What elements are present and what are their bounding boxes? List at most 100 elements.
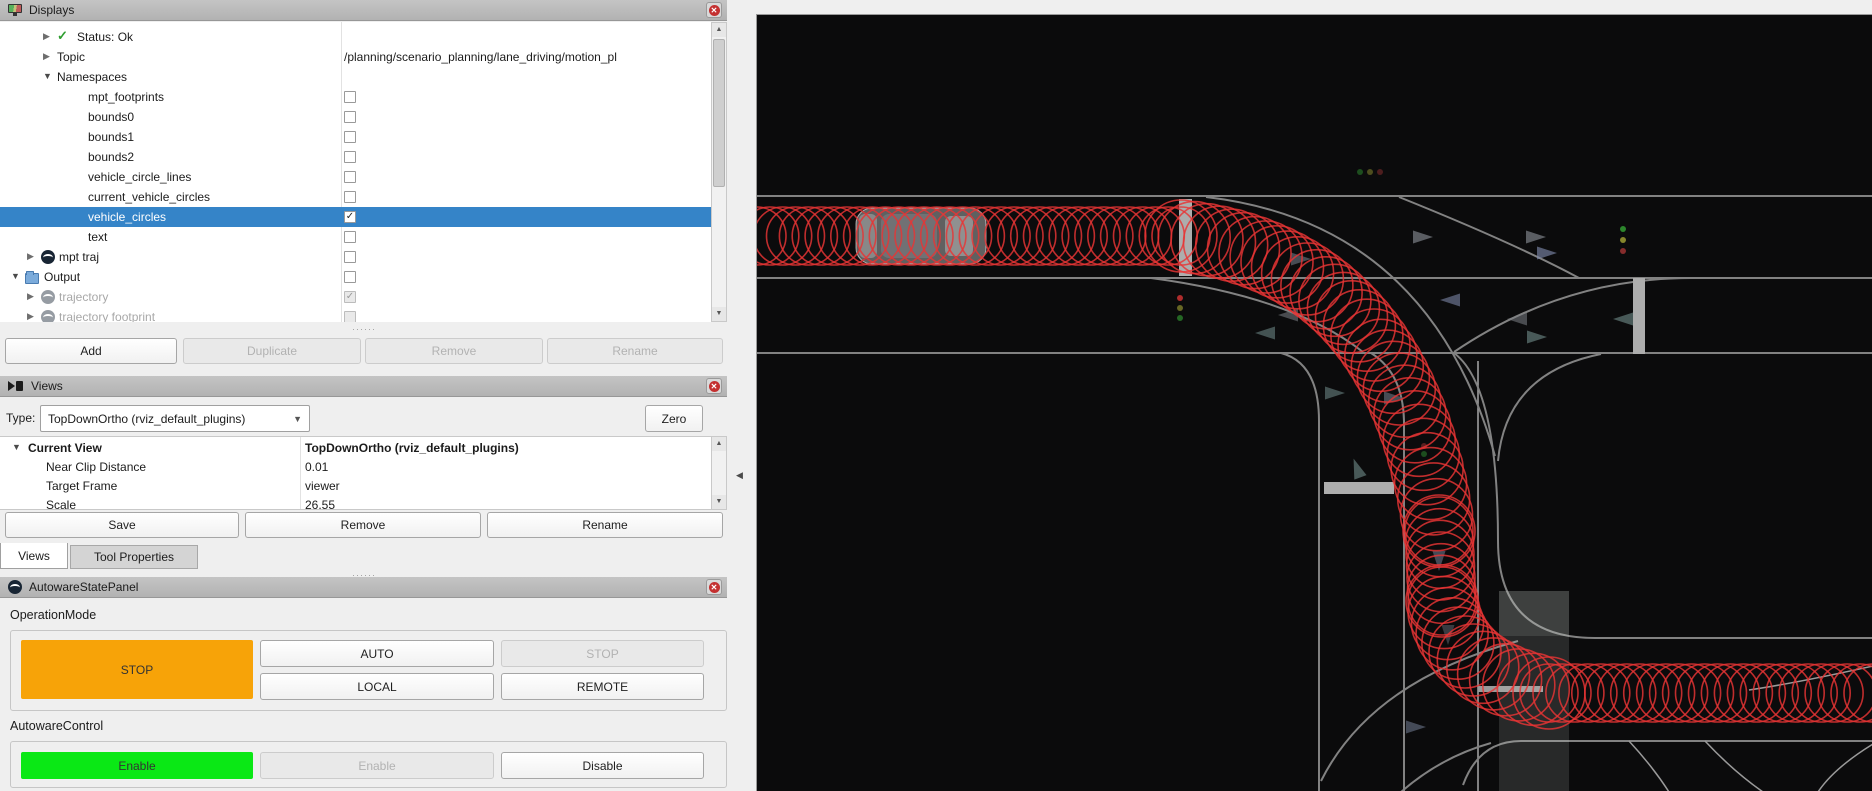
- remote-button[interactable]: REMOTE: [501, 673, 704, 700]
- views-scrollbar[interactable]: ▲ ▼: [711, 436, 727, 510]
- collapsed-arrow-icon[interactable]: ▶: [27, 311, 34, 322]
- view-property-row-current-view[interactable]: ▼Current ViewTopDownOrtho (rviz_default_…: [0, 438, 711, 457]
- tree-row-trajectory-footprint[interactable]: ▶trajectory footprint: [0, 307, 711, 322]
- tree-row-mpt-footprints[interactable]: mpt_footprints: [0, 87, 711, 107]
- trajectory-footprint-circle: [1374, 378, 1446, 450]
- displays-scrollbar[interactable]: ▲ ▼: [711, 22, 727, 322]
- tree-row-vehicle-circle-lines[interactable]: vehicle_circle_lines: [0, 167, 711, 187]
- property-label: Scale: [46, 498, 76, 511]
- views-panel-titlebar[interactable]: Views ✕: [0, 376, 727, 397]
- tree-row-trajectory[interactable]: ▶trajectory✓: [0, 287, 711, 307]
- tree-row-mpt-traj[interactable]: ▶mpt traj: [0, 247, 711, 267]
- displays-panel-titlebar[interactable]: Displays ✕: [0, 0, 727, 21]
- collapsed-arrow-icon[interactable]: ▶: [43, 51, 50, 62]
- tree-row-status-ok[interactable]: ▶✓Status: Ok: [0, 27, 711, 47]
- displays-close-button[interactable]: ✕: [706, 2, 722, 18]
- remove-view-button[interactable]: Remove: [245, 512, 481, 538]
- lane-direction-arrow: [1406, 721, 1426, 734]
- scroll-down-icon[interactable]: ▼: [712, 495, 726, 509]
- trajectory-footprint-circle: [1805, 664, 1863, 722]
- views-property-table[interactable]: ▼Current ViewTopDownOrtho (rviz_default_…: [0, 436, 711, 510]
- tree-row-namespaces[interactable]: ▼Namespaces: [0, 67, 711, 87]
- tree-row-label: current_vehicle_circles: [88, 190, 210, 204]
- panel-viewport-splitter[interactable]: ◀: [727, 0, 756, 791]
- tree-row-output[interactable]: ▼Output: [0, 267, 711, 287]
- view-type-dropdown[interactable]: TopDownOrtho (rviz_default_plugins) ▼: [40, 405, 310, 432]
- view-property-row-near-clip-distance[interactable]: Near Clip Distance0.01: [0, 457, 711, 476]
- disable-button[interactable]: Disable: [501, 752, 704, 779]
- scroll-down-icon[interactable]: ▼: [712, 307, 726, 321]
- tree-row-bounds0[interactable]: bounds0: [0, 107, 711, 127]
- collapsed-arrow-icon[interactable]: ▶: [27, 291, 34, 302]
- traffic-light-dot: [1177, 315, 1183, 321]
- stop-line: [1324, 482, 1394, 494]
- displays-scrollbar-thumb[interactable]: [713, 39, 725, 187]
- trajectory-footprint-circle: [1024, 207, 1082, 265]
- displays-tree[interactable]: ▶✓Status: Ok▶Topic/planning/scenario_pla…: [0, 22, 711, 322]
- view-property-row-scale[interactable]: Scale 26.55: [0, 495, 711, 510]
- stop-button-disabled: STOP: [501, 640, 704, 667]
- tree-row-text[interactable]: text: [0, 227, 711, 247]
- operation-mode-current-stop-button[interactable]: STOP: [21, 640, 253, 699]
- trajectory-footprint-circle: [1740, 664, 1798, 722]
- road-lane-line: [1629, 741, 1669, 791]
- checkbox-unchecked[interactable]: [344, 111, 356, 123]
- state-panel-close-button[interactable]: ✕: [706, 579, 722, 595]
- traffic-light-dot: [1421, 451, 1427, 457]
- auto-button[interactable]: AUTO: [260, 640, 494, 667]
- checkbox-unchecked[interactable]: [344, 251, 356, 263]
- zero-button[interactable]: Zero: [645, 405, 703, 432]
- view-property-row-target-frame[interactable]: Target Frameviewer: [0, 476, 711, 495]
- tab-views[interactable]: Views: [0, 543, 68, 569]
- trajectory-footprint-circle: [805, 207, 863, 265]
- enable-active-button[interactable]: Enable: [21, 752, 253, 779]
- save-view-button[interactable]: Save: [5, 512, 239, 538]
- checkbox-checked[interactable]: ✓: [344, 211, 356, 223]
- expanded-arrow-icon[interactable]: ▼: [11, 271, 20, 281]
- panel-splitter-handle[interactable]: ······: [352, 324, 376, 334]
- rename-view-button[interactable]: Rename: [487, 512, 723, 538]
- add-display-button[interactable]: Add: [5, 338, 177, 364]
- trajectory-footprint-circle: [1611, 664, 1669, 722]
- expanded-arrow-icon[interactable]: ▼: [43, 71, 52, 81]
- tree-row-label: vehicle_circle_lines: [88, 170, 191, 184]
- expanded-arrow-icon[interactable]: ▼: [12, 442, 21, 452]
- tree-row-bounds1[interactable]: bounds1: [0, 127, 711, 147]
- property-value: 26.55: [305, 498, 335, 511]
- state-panel-title: AutowareStatePanel: [29, 580, 138, 594]
- trajectory-footprint-circle: [1598, 664, 1656, 722]
- checkbox-unchecked[interactable]: [344, 231, 356, 243]
- trajectory-footprint-circle: [1585, 664, 1643, 722]
- checkbox-unchecked[interactable]: [344, 171, 356, 183]
- autoware-logo-icon: [41, 290, 55, 304]
- tree-row-topic[interactable]: ▶Topic/planning/scenario_planning/lane_d…: [0, 47, 711, 67]
- tree-row-bounds2[interactable]: bounds2: [0, 147, 711, 167]
- scroll-up-icon[interactable]: ▲: [712, 437, 726, 451]
- road-lane-line: [1281, 353, 1319, 791]
- collapsed-arrow-icon[interactable]: ▶: [27, 251, 34, 262]
- tree-row-current-vehicle-circles[interactable]: current_vehicle_circles: [0, 187, 711, 207]
- trajectory-footprint-circle: [1714, 664, 1772, 722]
- checkbox-unchecked[interactable]: [344, 191, 356, 203]
- splitter-collapse-icon[interactable]: ◀: [736, 470, 743, 481]
- traffic-light-dot: [1377, 169, 1383, 175]
- trajectory-footprint-circle: [1701, 664, 1759, 722]
- views-icon: [8, 381, 24, 391]
- road-lane-line: [1371, 353, 1404, 791]
- scroll-up-icon[interactable]: ▲: [712, 23, 726, 37]
- trajectory-footprint-circle: [1062, 207, 1120, 265]
- checkbox-unchecked[interactable]: [344, 91, 356, 103]
- checkbox-unchecked[interactable]: [344, 271, 356, 283]
- autoware-logo-icon: [41, 250, 55, 264]
- local-button[interactable]: LOCAL: [260, 673, 494, 700]
- tree-row-label: bounds0: [88, 110, 134, 124]
- checkbox-unchecked[interactable]: [344, 151, 356, 163]
- tree-row-vehicle-circles[interactable]: vehicle_circles✓: [0, 207, 711, 227]
- views-close-button[interactable]: ✕: [706, 378, 722, 394]
- checkbox-unchecked[interactable]: [344, 131, 356, 143]
- render-viewport[interactable]: [756, 14, 1872, 791]
- trajectory-footprint-circle: [1101, 207, 1159, 265]
- collapsed-arrow-icon[interactable]: ▶: [43, 31, 50, 42]
- tab-tool-properties[interactable]: Tool Properties: [70, 545, 198, 569]
- state-panel-titlebar[interactable]: AutowareStatePanel ✕: [0, 577, 727, 598]
